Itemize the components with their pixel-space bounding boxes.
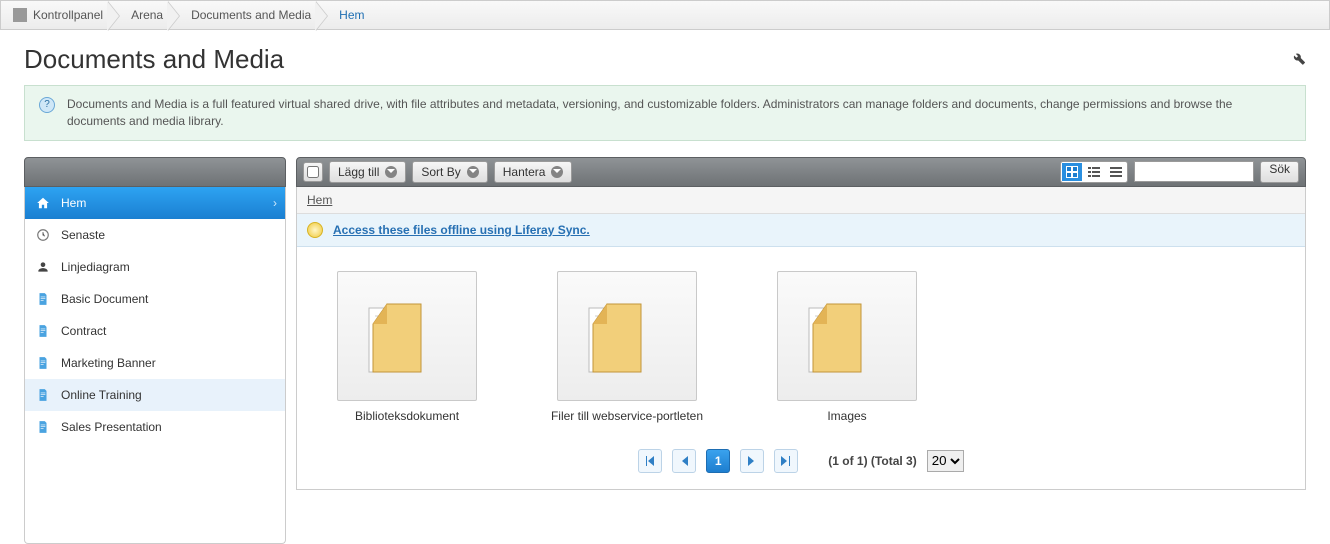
pager-last-button[interactable] bbox=[774, 449, 798, 473]
folder-images[interactable]: Images bbox=[767, 271, 927, 423]
sidebar-header bbox=[24, 157, 286, 187]
sidebar-item-online-training[interactable]: Online Training bbox=[25, 379, 285, 411]
search-input[interactable] bbox=[1134, 161, 1254, 182]
sidebar: Hem › Senaste Linjediagram Basic Documen… bbox=[24, 157, 286, 544]
main: Lägg till Sort By Hantera Sök Hem Access… bbox=[296, 157, 1306, 544]
info-text: Documents and Media is a full featured v… bbox=[67, 96, 1291, 130]
breadcrumb-item-docmedia[interactable]: Documents and Media bbox=[181, 1, 329, 29]
toolbar: Lägg till Sort By Hantera Sök bbox=[296, 157, 1306, 187]
wrench-icon bbox=[1292, 54, 1306, 68]
folder-icon bbox=[337, 271, 477, 401]
pager-page-current[interactable]: 1 bbox=[706, 449, 730, 473]
path-link-hem[interactable]: Hem bbox=[307, 193, 332, 207]
breadcrumb-label: Arena bbox=[131, 8, 163, 22]
breadcrumb-label: Kontrollpanel bbox=[33, 8, 103, 22]
doc-icon bbox=[35, 291, 51, 307]
manage-button-label: Hantera bbox=[503, 165, 546, 179]
select-all-checkbox[interactable] bbox=[303, 162, 323, 182]
breadcrumb-item-kontrollpanel[interactable]: Kontrollpanel bbox=[9, 1, 121, 29]
folder-label: Filer till webservice-portleten bbox=[547, 409, 707, 423]
path-row: Hem bbox=[297, 187, 1305, 214]
sidebar-item-hem[interactable]: Hem › bbox=[25, 187, 285, 219]
sidebar-item-senaste[interactable]: Senaste bbox=[25, 219, 285, 251]
view-details-button[interactable] bbox=[1084, 163, 1104, 181]
folder-label: Biblioteksdokument bbox=[327, 409, 487, 423]
chevron-right-icon: › bbox=[273, 196, 277, 210]
chevron-down-icon bbox=[551, 166, 563, 178]
chevron-down-icon bbox=[467, 166, 479, 178]
person-icon bbox=[35, 259, 51, 275]
pager-per-page-select[interactable]: 20 bbox=[927, 450, 964, 472]
folder-icon bbox=[557, 271, 697, 401]
breadcrumb-label: Documents and Media bbox=[191, 8, 311, 22]
pager: 1 (1 of 1) (Total 3) 20 bbox=[297, 437, 1305, 489]
view-icons-button[interactable] bbox=[1062, 163, 1082, 181]
pager-prev-button[interactable] bbox=[672, 449, 696, 473]
add-button-label: Lägg till bbox=[338, 165, 379, 179]
clock-icon bbox=[35, 227, 51, 243]
sort-button-label: Sort By bbox=[421, 165, 460, 179]
page-header: Documents and Media bbox=[0, 30, 1330, 85]
sidebar-item-basic-document[interactable]: Basic Document bbox=[25, 283, 285, 315]
pager-info: (1 of 1) (Total 3) bbox=[828, 454, 916, 468]
search-input-wrap bbox=[1134, 161, 1254, 182]
sidebar-item-label: Sales Presentation bbox=[61, 420, 162, 434]
sidebar-item-label: Hem bbox=[61, 196, 86, 210]
add-button[interactable]: Lägg till bbox=[329, 161, 406, 183]
sync-link[interactable]: Access these files offline using Liferay… bbox=[333, 223, 590, 237]
sidebar-item-label: Linjediagram bbox=[61, 260, 130, 274]
page-tools[interactable] bbox=[1292, 51, 1306, 68]
sidebar-item-label: Contract bbox=[61, 324, 106, 338]
folder-biblioteksdokument[interactable]: Biblioteksdokument bbox=[327, 271, 487, 423]
sort-button[interactable]: Sort By bbox=[412, 161, 487, 183]
doc-icon bbox=[35, 419, 51, 435]
doc-icon bbox=[35, 323, 51, 339]
lightbulb-icon bbox=[307, 222, 323, 238]
sidebar-item-marketing-banner[interactable]: Marketing Banner bbox=[25, 347, 285, 379]
sidebar-item-sales-presentation[interactable]: Sales Presentation bbox=[25, 411, 285, 443]
breadcrumb-item-hem[interactable]: Hem bbox=[329, 1, 382, 29]
doc-icon bbox=[35, 387, 51, 403]
folder-icon bbox=[777, 271, 917, 401]
home-icon bbox=[13, 8, 27, 22]
breadcrumb-label: Hem bbox=[339, 8, 364, 22]
info-icon: ? bbox=[39, 97, 55, 113]
sidebar-list: Hem › Senaste Linjediagram Basic Documen… bbox=[24, 187, 286, 544]
folder-label: Images bbox=[767, 409, 927, 423]
view-mode-group bbox=[1060, 161, 1128, 183]
info-banner: ? Documents and Media is a full featured… bbox=[24, 85, 1306, 141]
folders-grid: Biblioteksdokument Filer till webservice… bbox=[297, 247, 1305, 437]
breadcrumb-item-arena[interactable]: Arena bbox=[121, 1, 181, 29]
pager-next-button[interactable] bbox=[740, 449, 764, 473]
sidebar-item-linjediagram[interactable]: Linjediagram bbox=[25, 251, 285, 283]
sidebar-item-label: Online Training bbox=[61, 388, 142, 402]
sidebar-item-label: Basic Document bbox=[61, 292, 148, 306]
breadcrumb: Kontrollpanel Arena Documents and Media … bbox=[0, 0, 1330, 30]
folder-filer-webservice[interactable]: Filer till webservice-portleten bbox=[547, 271, 707, 423]
sidebar-item-label: Senaste bbox=[61, 228, 105, 242]
home-icon bbox=[35, 195, 51, 211]
sidebar-item-label: Marketing Banner bbox=[61, 356, 156, 370]
view-list-button[interactable] bbox=[1106, 163, 1126, 181]
sync-row: Access these files offline using Liferay… bbox=[297, 214, 1305, 247]
chevron-down-icon bbox=[385, 166, 397, 178]
pager-first-button[interactable] bbox=[638, 449, 662, 473]
page-title: Documents and Media bbox=[24, 44, 284, 75]
doc-icon bbox=[35, 355, 51, 371]
sidebar-item-contract[interactable]: Contract bbox=[25, 315, 285, 347]
manage-button[interactable]: Hantera bbox=[494, 161, 573, 183]
search-button[interactable]: Sök bbox=[1260, 161, 1299, 183]
